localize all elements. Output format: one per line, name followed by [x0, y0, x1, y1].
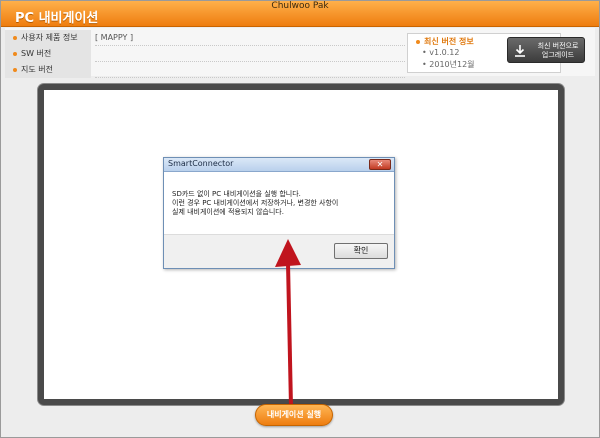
info-value-sw-version	[95, 46, 405, 62]
title-bar: Chulwoo Pak PC 내비게이션	[1, 1, 599, 27]
info-value-product: [ MAPPY ]	[95, 30, 405, 46]
dialog-title-bar: SmartConnector ✕	[164, 158, 394, 172]
dialog-close-button[interactable]: ✕	[369, 159, 391, 170]
download-icon	[515, 45, 525, 57]
info-row-map-version: 지도 버전	[5, 62, 405, 78]
upgrade-button-label-1: 최신 버전으로	[537, 42, 579, 50]
app-window: Chulwoo Pak PC 내비게이션 사용자 제품 정보 [ MAPPY ]…	[0, 0, 600, 438]
latest-version-number: • v1.0.12	[422, 48, 460, 57]
ok-button[interactable]: 확인	[334, 243, 388, 259]
dialog-title: SmartConnector	[168, 159, 234, 168]
upgrade-button-label-2: 업그레이드	[541, 51, 575, 59]
run-navigation-button[interactable]: 내비게이션 실행	[255, 404, 333, 426]
info-row-sw-version: SW 버전	[5, 46, 405, 62]
info-label-product: 사용자 제품 정보	[21, 33, 78, 42]
red-arrow-annotation	[275, 239, 301, 411]
latest-version-title: 최신 버전 정보	[424, 37, 474, 46]
dialog-message-line-1: SD카드 없이 PC 내비게이션을 실행 합니다.	[172, 190, 301, 198]
dialog-message-line-2: 이런 경우 PC 내비게이션에서 저장하거나, 변경한 사항이	[172, 199, 339, 207]
info-value-map-version	[95, 62, 405, 78]
upgrade-button[interactable]: 최신 버전으로 업그레이드	[507, 37, 585, 63]
app-title: PC 내비게이션	[15, 11, 99, 26]
bullet-icon	[13, 36, 17, 40]
info-label-map-version: 지도 버전	[21, 65, 53, 74]
bullet-icon	[13, 52, 17, 56]
bullet-icon	[13, 68, 17, 72]
dialog-message-line-3: 실제 내비게이션에 적용되지 않습니다.	[172, 208, 284, 216]
info-label-sw-version: SW 버전	[21, 49, 52, 58]
latest-version-date: • 2010년12월	[422, 60, 475, 69]
info-row-product: 사용자 제품 정보 [ MAPPY ]	[5, 30, 405, 46]
bullet-icon	[416, 39, 420, 44]
